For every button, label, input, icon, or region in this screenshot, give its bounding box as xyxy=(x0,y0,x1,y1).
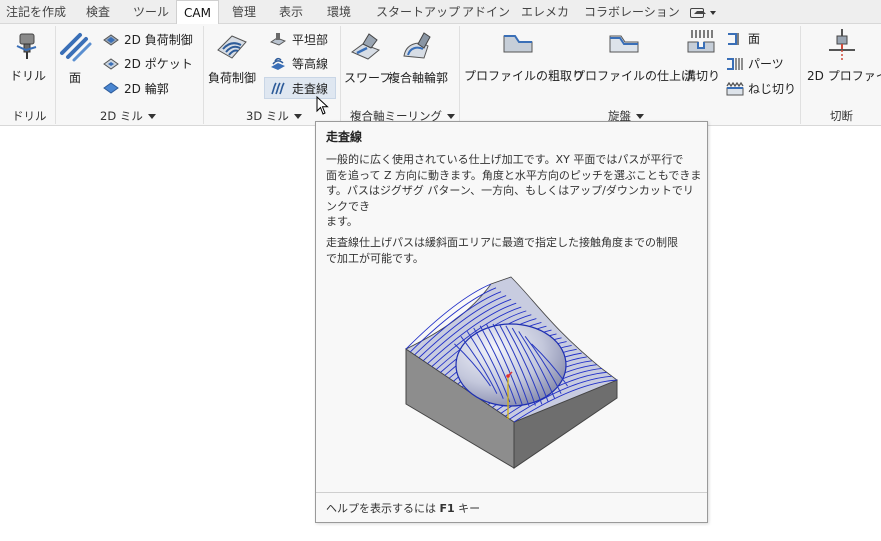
profile-2d-cutting-icon xyxy=(827,28,857,62)
ribbon-display-toggle[interactable] xyxy=(690,6,716,19)
multiaxis-contour-icon xyxy=(400,30,434,62)
flat-button[interactable]: 平坦部 xyxy=(292,31,328,48)
flat-icon xyxy=(270,32,286,47)
parallel-toolpath-illustration xyxy=(401,272,621,480)
chevron-down-icon xyxy=(447,114,455,119)
groove-icon xyxy=(686,28,716,56)
tooltip-description: 一般的に広く使用されている仕上げ加工です。XY 平面ではパスが平行で 面を追って… xyxy=(326,152,702,230)
panel-divider xyxy=(55,26,56,124)
tooltip-description-line: 一般的に広く使用されている仕上げ加工です。XY 平面ではパスが平行で xyxy=(326,153,684,166)
adaptive-2d-button[interactable]: 2D 負荷制御 xyxy=(124,31,193,48)
profile-finishing-button[interactable]: プロファイルの仕上げ xyxy=(573,67,693,84)
pocket-2d-icon xyxy=(103,57,119,71)
chevron-down-icon xyxy=(709,11,716,15)
chevron-down-icon xyxy=(147,114,156,119)
contour-2d-button[interactable]: 2D 輪郭 xyxy=(124,80,169,97)
tab-manage[interactable]: 管理 xyxy=(232,0,256,24)
panel-divider xyxy=(340,26,341,124)
parallel-icon xyxy=(270,81,286,96)
threading-button[interactable]: ねじ切り xyxy=(748,80,796,97)
chevron-down-icon xyxy=(293,114,302,119)
tooltip-footer-text: ヘルプを表示するには xyxy=(326,502,440,515)
groove-button[interactable]: 溝切り xyxy=(684,67,720,84)
tab-annotate[interactable]: 注記を作成 xyxy=(6,0,66,24)
adaptive-3d-button[interactable]: 負荷制御 xyxy=(208,69,256,86)
face-button[interactable]: 面 xyxy=(69,69,81,86)
ribbon-display-icon xyxy=(690,8,704,18)
panel-label-3d-mill-text: 3D ミル xyxy=(246,109,289,123)
parting-button[interactable]: パーツ xyxy=(748,55,784,72)
tooltip-description-secondary: 走査線仕上げパスは緩斜面エリアに最適で指定した接触角度までの制限 で加工が可能で… xyxy=(326,235,702,266)
drill-button[interactable]: ドリル xyxy=(10,67,46,84)
profile-finishing-icon xyxy=(609,32,639,56)
adaptive-3d-icon xyxy=(215,30,249,62)
tooltip-description-line: ます。 xyxy=(326,215,358,228)
tab-addins[interactable]: アドイン xyxy=(462,0,510,24)
multiaxis-contour-button[interactable]: 複合軸輪郭 xyxy=(388,69,448,86)
tooltip-description-line: 走査線仕上げパスは緩斜面エリアに最適で指定した接触角度までの制限 xyxy=(326,236,678,249)
drill-icon xyxy=(14,30,44,60)
tooltip-title: 走査線 xyxy=(326,130,363,144)
panel-divider xyxy=(203,26,204,124)
contour-3d-button[interactable]: 等高線 xyxy=(292,55,328,72)
tooltip-description-line: で加工が可能です。 xyxy=(326,251,424,265)
pocket-2d-button[interactable]: 2D ポケット xyxy=(124,55,193,72)
parallel-button[interactable]: 走査線 xyxy=(292,80,328,97)
parting-icon xyxy=(726,57,744,71)
contour-2d-icon xyxy=(103,81,119,95)
tooltip-description-line: 面を追って Z 方向に動きます。角度と水平方向のピッチを選ぶこともできま xyxy=(326,168,702,182)
tab-cam[interactable]: CAM xyxy=(176,0,219,25)
face-mill-icon xyxy=(58,29,94,63)
turning-face-icon xyxy=(726,32,742,46)
panel-label-2d-mill-text: 2D ミル xyxy=(100,109,143,123)
tab-collaboration[interactable]: コラボレーション xyxy=(584,0,680,24)
profile-roughing-button[interactable]: プロファイルの粗取り xyxy=(464,67,584,84)
tab-inspect[interactable]: 検査 xyxy=(86,0,110,24)
tooltip-description-line: す。パスはジグザグ パターン、一方向、もしくはアップ/ダウンカットでリンクでき xyxy=(326,184,694,213)
tooltip-footer-suffix: キー xyxy=(454,502,481,515)
tooltip-footer-key: F1 xyxy=(439,502,455,515)
tooltip-footer-divider xyxy=(316,492,707,493)
panel-divider xyxy=(459,26,460,124)
panel-label-2d-mill[interactable]: 2D ミル xyxy=(100,107,156,125)
panel-label-drill: ドリル xyxy=(12,109,47,123)
mouse-cursor xyxy=(316,95,330,119)
tab-view[interactable]: 表示 xyxy=(279,0,303,24)
chevron-down-icon xyxy=(636,114,644,119)
tab-environment[interactable]: 環境 xyxy=(327,0,351,24)
threading-icon xyxy=(726,82,744,96)
swarf-icon xyxy=(349,30,383,62)
profile-roughing-icon xyxy=(503,32,533,56)
tooltip-footer: ヘルプを表示するには F1 キー xyxy=(326,500,480,516)
tab-startup[interactable]: スタートアップ xyxy=(376,0,460,24)
ribbon-tab-bar: 注記を作成 検査 ツール CAM 管理 表示 環境 スタートアップ アドイン エ… xyxy=(0,0,881,25)
contour-3d-icon xyxy=(270,56,286,71)
panel-label-3d-mill[interactable]: 3D ミル xyxy=(246,107,302,125)
adaptive-2d-icon xyxy=(103,33,119,47)
ribbon: ドリル ドリル 面 2D 負荷制御 2D ポケット 2D 輪郭 2D ミル 負荷… xyxy=(0,24,881,126)
tab-tools[interactable]: ツール xyxy=(133,0,169,24)
swarf-button[interactable]: スワーフ xyxy=(344,69,391,86)
profile-2d-cutting-button[interactable]: 2D プロファイル xyxy=(807,67,881,84)
panel-label-cutting: 切断 xyxy=(830,109,853,123)
panel-divider xyxy=(800,26,801,124)
tooltip-parallel: 走査線 一般的に広く使用されている仕上げ加工です。XY 平面ではパスが平行で 面… xyxy=(315,121,708,523)
tab-elemech[interactable]: エレメカ xyxy=(521,0,569,24)
turning-face-button[interactable]: 面 xyxy=(748,30,760,47)
